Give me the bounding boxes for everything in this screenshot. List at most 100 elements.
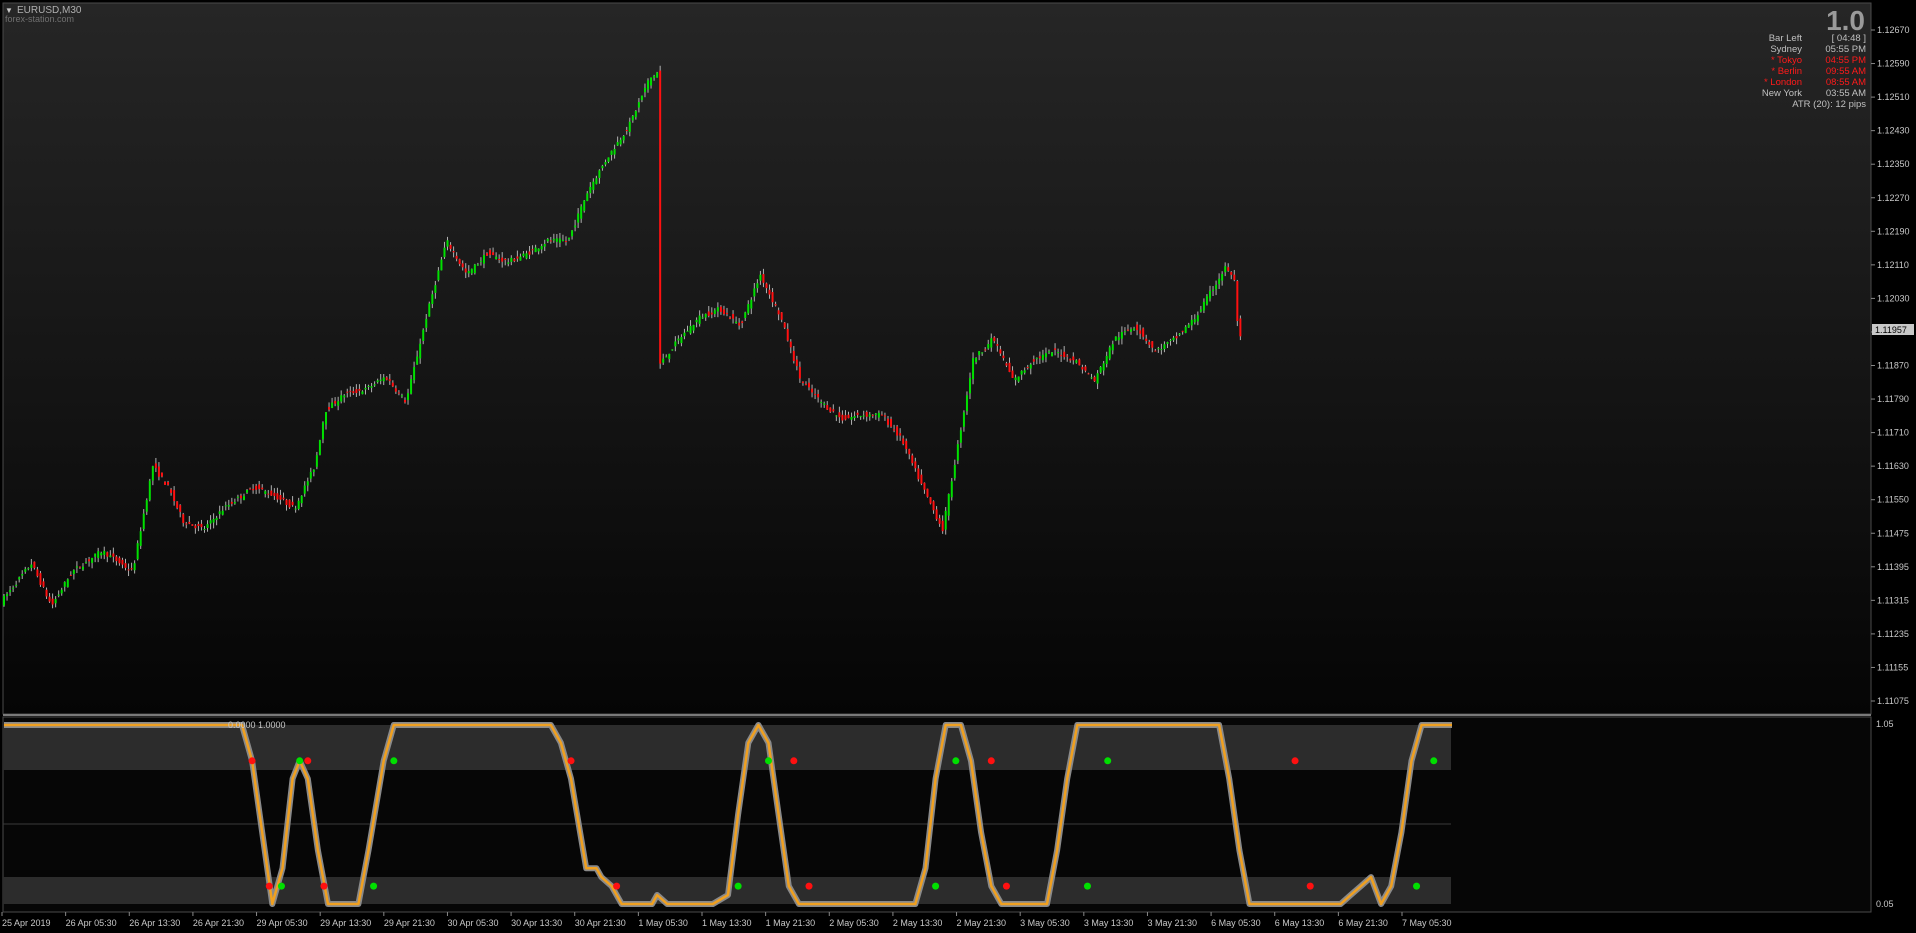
bear-candle — [1136, 324, 1139, 331]
price-label: 1.12190 — [1877, 226, 1910, 236]
bull-candle — [1075, 360, 1078, 363]
bull-candle — [419, 343, 422, 359]
bear-candle — [173, 490, 176, 502]
bull-candle — [543, 244, 546, 247]
bear-candle — [1069, 358, 1072, 361]
bear-candle — [106, 552, 109, 557]
bear-candle — [179, 505, 182, 512]
bull-candle — [689, 325, 692, 334]
bull-candle — [428, 303, 431, 317]
bull-candle — [91, 557, 94, 563]
bull-candle — [94, 553, 97, 557]
time-label: 3 May 21:30 — [1147, 918, 1197, 928]
bear-candle — [388, 379, 391, 382]
bull-candle — [698, 315, 701, 324]
bull-candle — [85, 562, 88, 564]
bear-candle — [871, 414, 874, 416]
bear-candle — [200, 523, 203, 528]
bull-candle — [470, 268, 473, 274]
signal-dot-up — [1104, 757, 1112, 765]
bull-candle — [947, 494, 950, 516]
chart-canvas[interactable]: 1.12670 1.12590 1.12510 1.12430 1.12350 1.122… — [0, 0, 1916, 933]
bear-candle — [625, 129, 628, 131]
bear-candle — [492, 252, 495, 256]
bull-candle — [1187, 324, 1190, 328]
bear-candle — [1063, 351, 1066, 358]
session-row: * London 08:55 AM — [1666, 77, 1866, 88]
bull-candle — [981, 352, 984, 354]
bear-candle — [768, 289, 771, 295]
time-label: 2 May 05:30 — [829, 918, 879, 928]
atr-readout: ATR (20): 12 pips — [1792, 99, 1866, 110]
bear-candle — [455, 255, 458, 259]
bull-candle — [1102, 363, 1105, 371]
bull-candle — [990, 338, 993, 348]
bear-candle — [1154, 350, 1157, 352]
signal-dot-up — [390, 757, 398, 765]
bull-candle — [962, 412, 965, 427]
bull-candle — [716, 307, 719, 312]
bull-candle — [1117, 337, 1120, 341]
price-label: 1.11870 — [1877, 361, 1909, 371]
bear-candle — [762, 274, 765, 283]
bull-candle — [148, 480, 151, 500]
bull-candle — [1035, 357, 1038, 359]
bull-candle — [218, 511, 221, 515]
time-label: 26 Apr 05:30 — [66, 918, 117, 928]
signal-dot-up — [1430, 757, 1438, 765]
bull-candle — [416, 356, 419, 365]
bear-candle — [659, 70, 662, 364]
bull-candle — [571, 230, 574, 237]
bull-candle — [704, 313, 707, 318]
price-label: 1.11315 — [1877, 595, 1909, 605]
bear-candle — [826, 405, 829, 410]
bull-candle — [598, 170, 601, 178]
session-value: 05:55 PM — [1825, 44, 1866, 55]
bear-candle — [890, 418, 893, 427]
price-label: 1.11710 — [1877, 428, 1909, 438]
bull-candle — [203, 528, 206, 530]
bull-candle — [1108, 347, 1111, 359]
bear-candle — [786, 328, 789, 341]
bull-candle — [224, 505, 227, 507]
bear-candle — [282, 497, 285, 500]
bull-candle — [297, 500, 300, 509]
bull-candle — [607, 157, 610, 162]
bull-candle — [580, 206, 583, 219]
bear-candle — [115, 556, 118, 562]
bear-candle — [844, 415, 847, 420]
chart-window[interactable]: 1.12670 1.12590 1.12510 1.12430 1.12350 1.122… — [0, 0, 1916, 933]
bull-candle — [97, 551, 100, 559]
price-panel[interactable] — [2, 2, 1872, 715]
bull-candle — [495, 256, 498, 260]
session-label: * Berlin — [1771, 66, 1802, 77]
bear-candle — [905, 440, 908, 449]
bull-candle — [109, 555, 112, 558]
bear-candle — [804, 384, 807, 386]
price-label: 1.12510 — [1877, 92, 1910, 102]
price-label: 1.11075 — [1877, 696, 1909, 706]
bear-candle — [741, 321, 744, 323]
bear-candle — [182, 514, 185, 523]
bull-candle — [595, 178, 598, 185]
bull-candle — [136, 543, 139, 560]
time-label: 7 May 05:30 — [1402, 918, 1452, 928]
bear-candle — [710, 312, 713, 315]
bear-candle — [397, 392, 400, 394]
bear-candle — [239, 495, 242, 499]
bull-candle — [1041, 354, 1044, 361]
bull-candle — [318, 440, 321, 455]
session-value: [ 04:48 ] — [1831, 33, 1866, 44]
bull-candle — [965, 395, 968, 412]
time-label: 6 May 13:30 — [1275, 918, 1325, 928]
bear-candle — [188, 521, 191, 524]
signal-dot-down — [613, 882, 621, 890]
bear-candle — [932, 501, 935, 511]
bear-candle — [346, 391, 349, 393]
bull-candle — [640, 95, 643, 101]
signal-dot-up — [1413, 882, 1421, 890]
signal-dot-up — [765, 757, 773, 765]
bear-candle — [449, 244, 452, 249]
bear-candle — [270, 490, 273, 496]
bear-candle — [501, 257, 504, 262]
